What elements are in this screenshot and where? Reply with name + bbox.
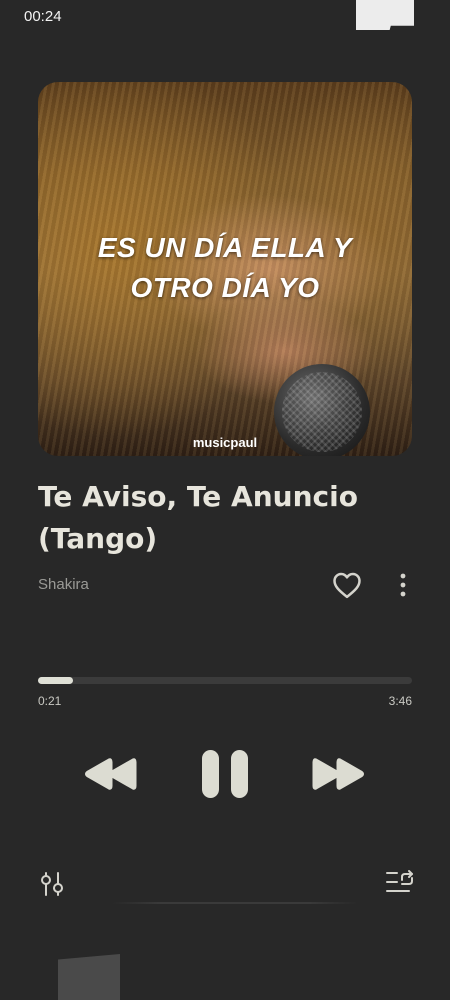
bottom-divider — [112, 902, 358, 904]
rewind-icon — [85, 758, 137, 790]
status-time: 00:24 — [24, 8, 62, 25]
elapsed-time: 0:21 — [38, 694, 62, 708]
artwork-watermark: musicpaul — [192, 435, 258, 450]
vertical-dots-icon — [400, 573, 406, 597]
status-indicator-block — [356, 0, 414, 30]
progress-fill — [38, 677, 73, 684]
equalizer-button[interactable] — [38, 870, 66, 898]
pause-button[interactable] — [199, 747, 251, 801]
rewind-button[interactable] — [84, 754, 138, 794]
song-title: Te Aviso, Te Anuncio (Tango) — [38, 480, 358, 555]
artwork-lyric-line-2: OTRO DÍA YO — [130, 272, 320, 303]
artwork-lyric-line-1: ES UN DÍA ELLA Y — [97, 232, 353, 263]
queue-repeat-icon — [386, 870, 413, 892]
fast-forward-button[interactable] — [311, 754, 365, 794]
queue-button[interactable] — [385, 868, 415, 896]
status-bar: 00:24 — [0, 0, 450, 34]
pause-icon — [202, 750, 248, 798]
album-artwork: ES UN DÍA ELLA Y OTRO DÍA YO musicpaul — [38, 82, 412, 456]
navigation-bar-block — [58, 954, 120, 1000]
total-time: 3:46 — [388, 694, 412, 708]
equalizer-sliders-icon — [41, 872, 63, 896]
progress-bar[interactable] — [38, 677, 412, 684]
fast-forward-icon — [312, 758, 364, 790]
more-options-button[interactable] — [392, 568, 414, 602]
like-button[interactable] — [330, 568, 364, 602]
artist-name[interactable]: Shakira — [38, 576, 89, 593]
heart-outline-icon — [333, 572, 361, 599]
